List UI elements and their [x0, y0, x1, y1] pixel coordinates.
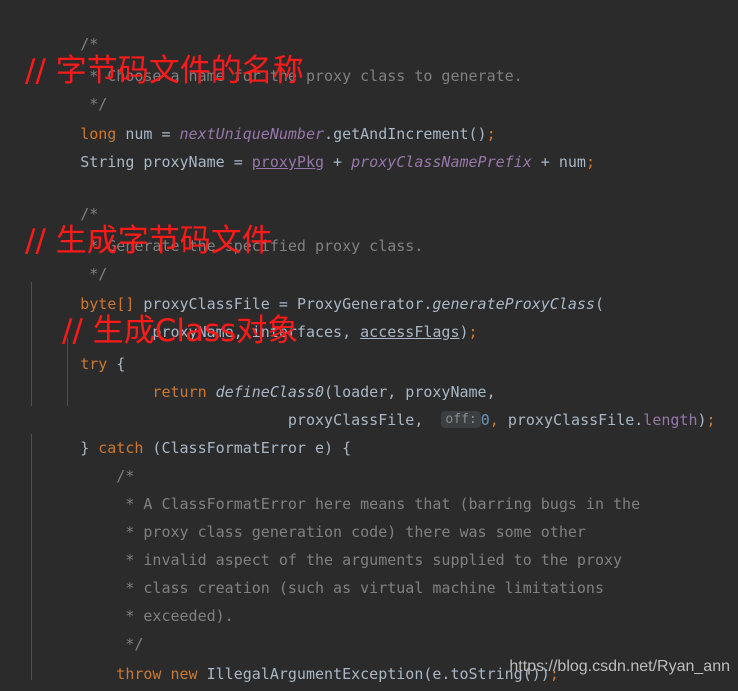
operator: + — [324, 153, 352, 171]
code-line[interactable]: * A ClassFormatError here means that (ba… — [26, 462, 640, 513]
type-string: String — [80, 153, 135, 171]
code-line[interactable]: long num = nextUniqueNumber.getAndIncrem… — [26, 92, 495, 143]
class-illegalargumentexception: IllegalArgumentException — [206, 665, 424, 683]
identifier: num — [558, 153, 586, 171]
code-line[interactable]: * exceeded). — [26, 574, 233, 625]
code-line[interactable]: byte[] proxyClassFile = ProxyGenerator.g… — [26, 262, 604, 313]
code-line[interactable]: throw new IllegalArgumentException(e.toS… — [26, 632, 559, 683]
number-literal: 0 — [480, 411, 490, 429]
identifier: proxyName — [134, 153, 234, 171]
code-line[interactable]: * invalid aspect of the arguments suppli… — [26, 518, 622, 569]
argument-accessflags: accessFlags — [360, 323, 460, 341]
code-line[interactable]: /* — [26, 2, 98, 53]
annotation-note-3: // 生成Class对象 — [62, 313, 299, 349]
argument-proxyclassfile: proxyClassFile. — [507, 411, 644, 429]
operator: + — [531, 153, 559, 171]
field-proxypkg: proxyPkg — [251, 153, 325, 171]
field-proxyclassnameprefix: proxyClassNamePrefix — [351, 153, 532, 171]
paren: ) — [697, 411, 707, 429]
code-editor-screenshot: /* * Choose a name for the proxy class t… — [0, 0, 738, 691]
code-line[interactable]: /* — [26, 434, 134, 485]
paren: ) — [459, 323, 469, 341]
code-line[interactable]: /* — [26, 172, 98, 223]
code-line[interactable]: } catch (ClassFormatError e) { — [26, 406, 351, 457]
comma: , — [489, 411, 508, 429]
semicolon: ; — [706, 411, 716, 429]
annotation-note-1: // 字节码文件的名称 — [25, 53, 304, 89]
code-line[interactable]: String proxyName = proxyPkg + proxyClass… — [26, 120, 595, 171]
semicolon: ; — [585, 153, 595, 171]
watermark-url: https://blog.csdn.net/Ryan_ann — [509, 658, 730, 675]
operator: = — [233, 153, 252, 171]
paren: ( — [594, 295, 604, 313]
code-line[interactable]: proxyClassFile, off: 0, proxyClassFile.le… — [26, 378, 716, 429]
code-line[interactable]: * class creation (such as virtual machin… — [26, 546, 604, 597]
keyword-throw-new: throw new — [80, 665, 207, 683]
code-line[interactable]: } — [26, 660, 89, 688]
catch-params: (ClassFormatError e) { — [143, 439, 352, 457]
parameter-hint-off: off: — [441, 411, 481, 428]
code-line[interactable]: return defineClass0(loader, proxyName, — [26, 350, 495, 401]
field-length: length — [643, 411, 698, 429]
code-line[interactable]: * proxy class generation code) there was… — [26, 490, 586, 541]
annotation-note-2: // 生成字节码文件 — [25, 223, 273, 259]
semicolon: ; — [468, 323, 478, 341]
code-line[interactable]: */ — [26, 602, 143, 653]
